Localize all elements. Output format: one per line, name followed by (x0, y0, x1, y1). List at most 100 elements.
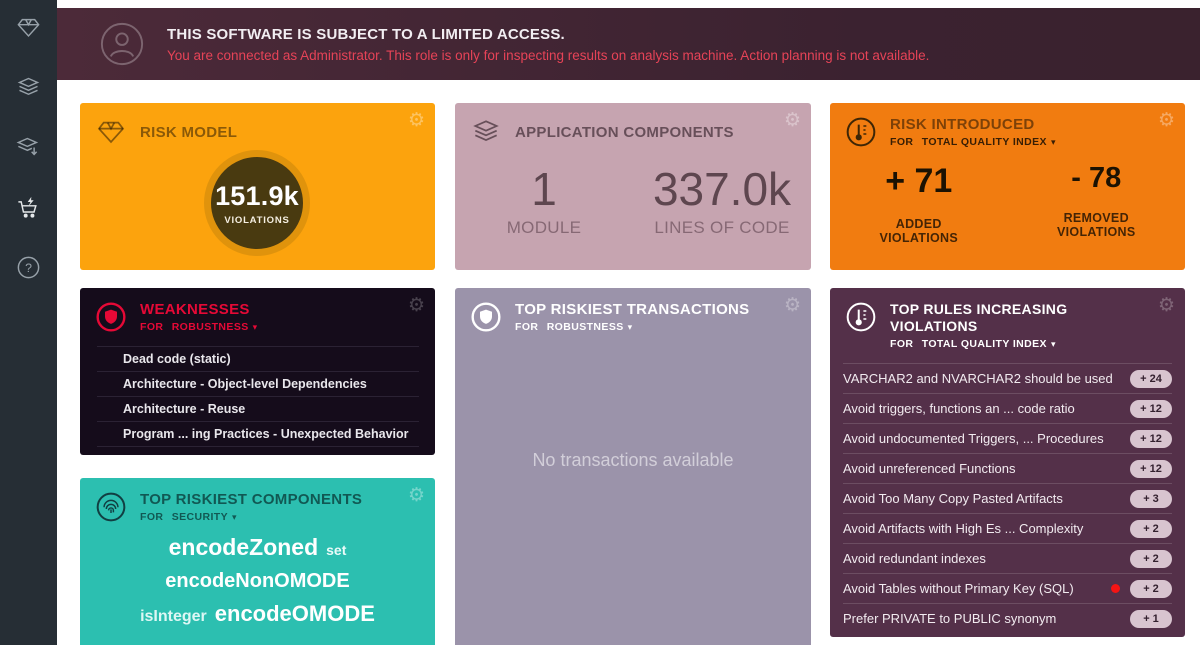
shield-circle-icon (470, 301, 502, 333)
sidebar-item-risk-model[interactable] (0, 0, 57, 60)
metric-selector[interactable]: ROBUSTNESS▾ (172, 321, 258, 333)
loc-stat[interactable]: 337.0k LINES OF CODE (633, 164, 811, 238)
cart-bolt-icon (15, 194, 42, 226)
card-title: TOP RISKIEST COMPONENTS (140, 491, 362, 508)
component-word-cloud: encodeZoned set encodeNonOMODE isInteger e… (80, 532, 435, 632)
fingerprint-icon (95, 491, 127, 523)
rule-row[interactable]: Avoid Tables without Primary Key (SQL) +… (843, 573, 1172, 603)
caret-down-icon: ▾ (628, 323, 633, 333)
loc-count: 337.0k (633, 164, 811, 214)
for-label: FOR (890, 338, 913, 350)
list-item[interactable]: Program ... ing Practices - Unexpected B… (97, 421, 419, 446)
banner-title: THIS SOFTWARE IS SUBJECT TO A LIMITED AC… (167, 26, 929, 43)
rule-row[interactable]: VARCHAR2 and NVARCHAR2 should be used + … (843, 363, 1172, 393)
added-count-badge: + 2 (1130, 550, 1172, 568)
for-label: FOR (140, 511, 163, 523)
metric-selector[interactable]: TOTAL QUALITY INDEX▾ (922, 338, 1056, 350)
rule-row[interactable]: Avoid undocumented Triggers, ... Procedu… (843, 423, 1172, 453)
gear-icon[interactable]: ⚙ (1158, 296, 1175, 315)
component-word[interactable]: isInteger (140, 608, 207, 625)
gear-icon[interactable]: ⚙ (408, 486, 425, 505)
sidebar-item-help[interactable]: ? (0, 240, 57, 300)
added-violations-value: + 71 (885, 162, 952, 201)
weaknesses-card: WEAKNESSES FOR ROBUSTNESS▾ ⚙ Dead code (… (80, 288, 435, 455)
gear-icon[interactable]: ⚙ (784, 111, 801, 130)
rule-row[interactable]: Avoid triggers, functions an ... code ra… (843, 393, 1172, 423)
metric-selector[interactable]: SECURITY▾ (172, 511, 237, 523)
caret-down-icon: ▾ (253, 323, 258, 333)
rule-row[interactable]: Avoid Artifacts with High Es ... Complex… (843, 513, 1172, 543)
removed-violations-stat[interactable]: - 78 REMOVED VIOLATIONS (1008, 162, 1186, 245)
sidebar-item-download-results[interactable] (0, 120, 57, 180)
gear-icon[interactable]: ⚙ (784, 296, 801, 315)
card-title: RISK MODEL (140, 124, 237, 141)
rule-row[interactable]: Avoid unreferenced Functions + 12 (843, 453, 1172, 483)
component-word[interactable]: encodeZoned (169, 534, 319, 560)
component-word[interactable]: encodeNonOMODE (165, 570, 349, 592)
weaknesses-list: Dead code (static) Architecture - Object… (97, 346, 419, 447)
added-count-badge: + 2 (1130, 520, 1172, 538)
removed-violations-value: - 78 (1071, 162, 1121, 195)
metric-selector[interactable]: ROBUSTNESS▾ (547, 321, 633, 333)
card-title: WEAKNESSES (140, 301, 258, 318)
violations-gauge[interactable]: 151.9k VIOLATIONS (204, 150, 310, 256)
rule-row[interactable]: Prefer PRIVATE to PUBLIC synonym + 1 (843, 603, 1172, 633)
rule-row[interactable]: Avoid redundant indexes + 2 (843, 543, 1172, 573)
rules-increasing-violations-card: TOP RULES INCREASING VIOLATIONS FOR TOTA… (830, 288, 1185, 637)
card-title: APPLICATION COMPONENTS (515, 124, 734, 141)
removed-violations-label: REMOVED VIOLATIONS (1036, 211, 1156, 239)
sidebar: ? (0, 0, 57, 645)
rule-row[interactable]: Avoid Too Many Copy Pasted Artifacts + 3 (843, 483, 1172, 513)
module-label: MODULE (455, 218, 633, 238)
riskiest-components-card: TOP RISKIEST COMPONENTS FOR SECURITY▾ ⚙ … (80, 478, 435, 645)
thermometer-icon (845, 301, 877, 333)
risk-introduced-card: RISK INTRODUCED FOR TOTAL QUALITY INDEX▾… (830, 103, 1185, 270)
banner-warning-text: You are connected as Administrator. This… (167, 48, 929, 63)
user-circle-icon (99, 21, 145, 67)
gear-icon[interactable]: ⚙ (408, 296, 425, 315)
component-word[interactable]: encodeOMODE (215, 601, 375, 626)
violations-count: 151.9k (215, 181, 299, 212)
component-word[interactable]: set (326, 542, 346, 558)
for-label: FOR (140, 321, 163, 333)
added-count-badge: + 3 (1130, 490, 1172, 508)
added-count-badge: + 2 (1130, 580, 1172, 598)
rules-list: VARCHAR2 and NVARCHAR2 should be used + … (843, 363, 1172, 633)
risk-model-card: RISK MODEL ⚙ 151.9k VIOLATIONS (80, 103, 435, 270)
layers-download-icon (15, 134, 42, 166)
thermometer-icon (845, 116, 877, 148)
critical-dot-icon (1111, 584, 1120, 593)
added-count-badge: + 12 (1130, 430, 1172, 448)
sidebar-item-components[interactable] (0, 60, 57, 120)
card-title: TOP RISKIEST TRANSACTIONS (515, 301, 749, 318)
gem-icon (95, 116, 127, 148)
loc-label: LINES OF CODE (633, 218, 811, 238)
for-label: FOR (515, 321, 538, 333)
list-item[interactable]: Architecture - Reuse (97, 396, 419, 421)
metric-selector[interactable]: TOTAL QUALITY INDEX▾ (922, 136, 1056, 148)
list-item[interactable]: Architecture - Object-level Dependencies (97, 371, 419, 396)
gem-icon (15, 14, 42, 46)
caret-down-icon: ▾ (1051, 340, 1056, 350)
added-violations-stat[interactable]: + 71 ADDED VIOLATIONS (830, 162, 1008, 245)
application-components-card: APPLICATION COMPONENTS ⚙ 1 MODULE 337.0k… (455, 103, 811, 270)
layers-icon (15, 74, 42, 106)
for-label: FOR (890, 136, 913, 148)
added-count-badge: + 1 (1130, 610, 1172, 628)
card-title: RISK INTRODUCED (890, 116, 1056, 133)
layers-icon (470, 116, 502, 148)
sidebar-item-action-plan[interactable] (0, 180, 57, 240)
svg-text:?: ? (25, 261, 32, 275)
added-count-badge: + 12 (1130, 460, 1172, 478)
module-stat[interactable]: 1 MODULE (455, 164, 633, 238)
added-count-badge: + 12 (1130, 400, 1172, 418)
empty-state-message: No transactions available (455, 450, 811, 471)
card-title: TOP RULES INCREASING VIOLATIONS (890, 301, 1145, 335)
gear-icon[interactable]: ⚙ (408, 111, 425, 130)
shield-circle-icon (95, 301, 127, 333)
caret-down-icon: ▾ (232, 513, 237, 523)
gear-icon[interactable]: ⚙ (1158, 111, 1175, 130)
list-item[interactable]: Dead code (static) (97, 346, 419, 371)
added-count-badge: + 24 (1130, 370, 1172, 388)
riskiest-transactions-card: TOP RISKIEST TRANSACTIONS FOR ROBUSTNESS… (455, 288, 811, 645)
